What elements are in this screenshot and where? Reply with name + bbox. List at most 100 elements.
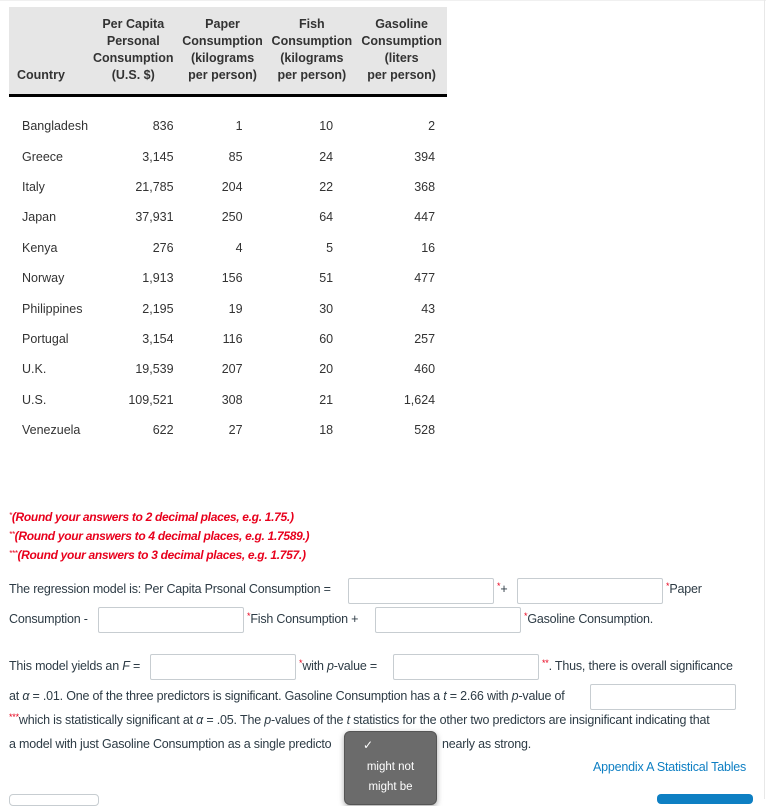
- country-cell: Japan: [22, 210, 57, 225]
- note-4-decimals: **(Round your answers to 4 decimal place…: [9, 529, 310, 543]
- dropdown-option-might-be[interactable]: might be: [345, 781, 436, 793]
- col-header-fish: Fish Consumption (kilograms per person): [267, 7, 357, 97]
- table-row: U.S. 109,521 308 21 1,624: [9, 385, 447, 415]
- value-cell: 22: [319, 179, 334, 194]
- value-cell: 460: [414, 362, 436, 377]
- value-cell: 18: [319, 423, 334, 438]
- table-row: Philippines 2,195 19 30 43: [9, 293, 447, 323]
- table-row: Venezuela 622 27 18 528: [9, 415, 447, 445]
- col-header-country: Country: [9, 7, 89, 97]
- value-cell: 20: [319, 362, 334, 377]
- fish-coef-input[interactable]: [98, 607, 244, 633]
- dropdown-option-might-not[interactable]: might not: [345, 761, 436, 773]
- model-yields-label: This model yields an F =: [9, 659, 141, 673]
- gasoline-t-text: at α = .01. One of the three predictors …: [9, 689, 565, 703]
- country-cell: Italy: [22, 179, 45, 194]
- value-cell: 836: [152, 119, 174, 134]
- value-cell: 276: [152, 240, 174, 255]
- appendix-link[interactable]: Appendix A Statistical Tables: [593, 760, 746, 774]
- value-cell: 3,154: [142, 331, 174, 346]
- value-cell: 10: [319, 119, 334, 134]
- value-cell: 109,521: [128, 392, 174, 407]
- value-cell: 204: [221, 179, 243, 194]
- data-table: Country Per Capita Personal Consumption (U.…: [9, 7, 448, 445]
- value-cell: 30: [319, 301, 334, 316]
- gasoline-label: *Gasoline Consumption.: [524, 611, 654, 626]
- table-row: U.K. 19,539 207 20 460: [9, 354, 447, 384]
- country-cell: Bangladesh: [22, 119, 89, 134]
- country-cell: Kenya: [22, 240, 58, 255]
- country-cell: Greece: [22, 149, 63, 164]
- checkmark-icon: ✓: [363, 738, 374, 752]
- country-cell: U.K.: [22, 362, 47, 377]
- table-row: Norway 1,913 156 51 477: [9, 263, 447, 293]
- value-cell: 27: [228, 423, 243, 438]
- value-cell: 64: [319, 210, 334, 225]
- col-header-paper: Paper Consumption (kilograms per person): [177, 7, 268, 97]
- scroll-edge: [764, 0, 765, 799]
- nearly-strong-text: nearly as strong.: [442, 737, 532, 751]
- paper-label: *Paper: [666, 581, 702, 596]
- value-cell: 16: [421, 240, 436, 255]
- table-row: Japan 37,931 250 64 447: [9, 202, 447, 232]
- value-cell: 19,539: [135, 362, 174, 377]
- single-predictor-text: a model with just Gasoline Consumption a…: [9, 737, 332, 751]
- rounding-notes: *(Round your answers to 2 decimal places…: [9, 508, 310, 565]
- paper-coef-input[interactable]: [517, 578, 663, 604]
- value-cell: 19: [228, 301, 243, 316]
- value-cell: 156: [221, 271, 243, 286]
- value-cell: 37,931: [135, 210, 174, 225]
- value-cell: 250: [221, 210, 243, 225]
- country-cell: Norway: [22, 271, 65, 286]
- value-cell: 447: [414, 210, 436, 225]
- value-cell: 1,624: [403, 392, 436, 407]
- with-pvalue-label: *with p-value =: [299, 658, 378, 673]
- f-value-input[interactable]: [150, 654, 296, 680]
- value-cell: 1: [235, 119, 243, 134]
- value-cell: 4: [235, 240, 243, 255]
- note-2-decimals: *(Round your answers to 2 decimal places…: [9, 510, 294, 524]
- value-cell: 308: [221, 392, 243, 407]
- table-row: Greece 3,145 85 24 394: [9, 141, 447, 171]
- table-row: Italy 21,785 204 22 368: [9, 172, 447, 202]
- value-cell: 1,913: [142, 271, 174, 286]
- value-cell: 3,145: [142, 149, 174, 164]
- value-cell: 394: [414, 149, 436, 164]
- value-cell: 116: [222, 331, 243, 346]
- fish-label: *Fish Consumption +: [247, 611, 359, 626]
- value-cell: 207: [221, 362, 243, 377]
- value-cell: 60: [319, 331, 334, 346]
- predictor-strength-dropdown[interactable]: ✓ might not might be: [344, 731, 437, 805]
- significance-text: ***which is statistically significant at…: [9, 712, 710, 727]
- value-cell: 477: [414, 271, 436, 286]
- value-cell: 528: [414, 423, 436, 438]
- value-cell: 21: [319, 392, 334, 407]
- value-cell: 622: [152, 423, 174, 438]
- plus-sign: *+: [497, 581, 508, 596]
- value-cell: 2: [428, 119, 436, 134]
- value-cell: 368: [414, 179, 436, 194]
- value-cell: 2,195: [142, 301, 174, 316]
- table-row: Bangladesh 836 1 10 2: [9, 96, 447, 142]
- gas-coef-input[interactable]: [375, 607, 521, 633]
- value-cell: 43: [421, 301, 436, 316]
- value-cell: 5: [326, 240, 334, 255]
- regression-label: The regression model is: Per Capita Prso…: [9, 582, 331, 596]
- secondary-button[interactable]: [9, 794, 99, 806]
- value-cell: 85: [228, 149, 243, 164]
- consumption-minus-label: Consumption -: [9, 612, 88, 626]
- p-value-input[interactable]: [393, 654, 539, 680]
- value-cell: 21,785: [135, 179, 174, 194]
- note-3-decimals: ***(Round your answers to 3 decimal plac…: [9, 548, 306, 562]
- primary-button[interactable]: [657, 794, 753, 804]
- country-cell: Portugal: [22, 331, 69, 346]
- gas-p-value-input[interactable]: [590, 684, 736, 710]
- value-cell: 51: [319, 271, 334, 286]
- country-cell: Venezuela: [22, 423, 81, 438]
- value-cell: 24: [319, 149, 334, 164]
- table-header-row: Country Per Capita Personal Consumption (U.…: [9, 7, 448, 97]
- intercept-input[interactable]: [348, 578, 494, 604]
- col-header-per-capita: Per Capita Personal Consumption (U.S. $): [89, 7, 178, 97]
- table-row: Portugal 3,154 116 60 257: [9, 324, 447, 354]
- country-cell: U.S.: [22, 392, 47, 407]
